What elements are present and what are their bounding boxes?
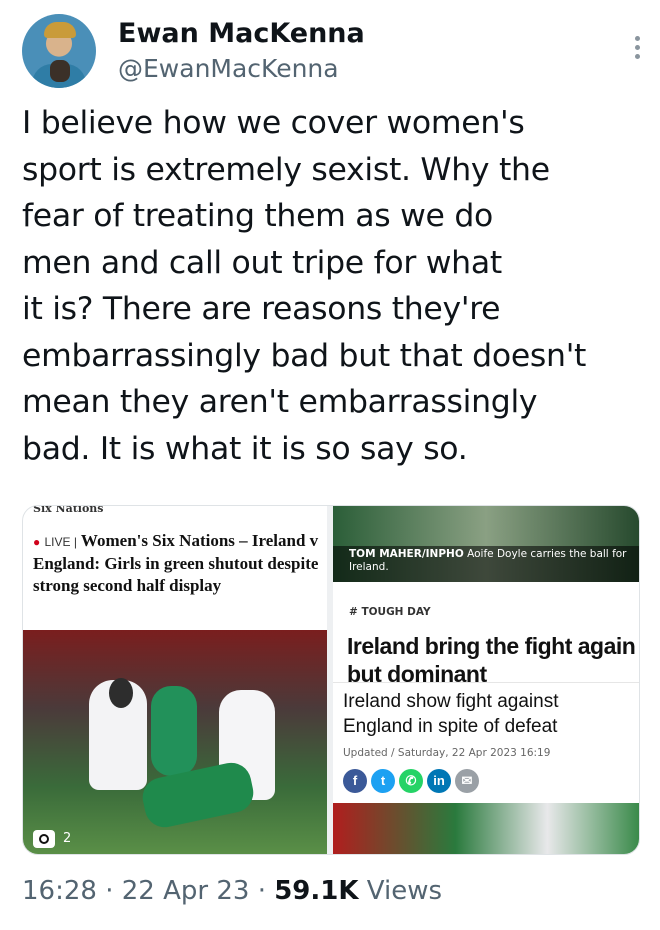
views-label: Views — [366, 876, 443, 906]
section-label: Six Nations — [33, 505, 104, 515]
media-image-left[interactable]: Six Nations ● LIVE | Women's Six Nations… — [23, 506, 327, 854]
live-dot-icon: ● — [33, 535, 41, 549]
tweet-header: Ewan MacKenna @EwanMacKenna — [22, 14, 642, 94]
avatar-cap — [44, 22, 76, 38]
whatsapp-icon: ✆ — [399, 769, 423, 793]
share-buttons: f t ✆ in ✉ — [343, 769, 483, 795]
email-icon: ✉ — [455, 769, 479, 793]
user-handle[interactable]: @EwanMacKenna — [118, 54, 339, 83]
media-grid[interactable]: Six Nations ● LIVE | Women's Six Nations… — [22, 505, 640, 855]
rugby-photo: 2 — [23, 630, 327, 854]
linkedin-icon: in — [427, 769, 451, 793]
facebook-icon: f — [343, 769, 367, 793]
camera-icon — [33, 830, 55, 848]
article-headline-right: Ireland bring the fight again but domina… — [347, 633, 636, 682]
twitter-icon: t — [371, 769, 395, 793]
article-subtitle: Ireland show fight against England in sp… — [343, 691, 559, 737]
avatar-dog — [50, 60, 70, 82]
photo-caption: TOM MAHER/INPHO Aoife Doyle carries the … — [349, 548, 629, 574]
separator: · — [257, 876, 266, 906]
article-tag: # TOUGH DAY — [349, 606, 431, 618]
tweet-time[interactable]: 16:28 — [22, 876, 97, 906]
display-name[interactable]: Ewan MacKenna — [118, 18, 365, 49]
caption-credit: TOM MAHER/INPHO — [349, 548, 464, 560]
avatar[interactable] — [22, 14, 96, 88]
tweet-meta: 16:28 · 22 Apr 23 · 59.1K Views — [22, 876, 442, 906]
player-ireland-1 — [151, 686, 197, 776]
live-label: LIVE | — [44, 535, 77, 549]
separator: · — [105, 876, 114, 906]
more-options-icon[interactable] — [632, 36, 642, 66]
article-headline-left: ● LIVE | Women's Six Nations – Ireland v… — [33, 530, 323, 597]
media-image-right[interactable]: TOM MAHER/INPHO Aoife Doyle carries the … — [333, 506, 639, 854]
player-head — [109, 678, 133, 708]
article-card: Ireland show fight against England in sp… — [333, 682, 639, 854]
rugby-photo-bottom — [333, 803, 639, 854]
updated-timestamp: Updated / Saturday, 22 Apr 2023 16:19 — [343, 747, 551, 759]
tweet-date[interactable]: 22 Apr 23 — [122, 876, 250, 906]
tweet-text: I believe how we cover women's sport is … — [22, 105, 587, 467]
photo-count: 2 — [63, 831, 72, 846]
views-count: 59.1K — [274, 876, 359, 906]
